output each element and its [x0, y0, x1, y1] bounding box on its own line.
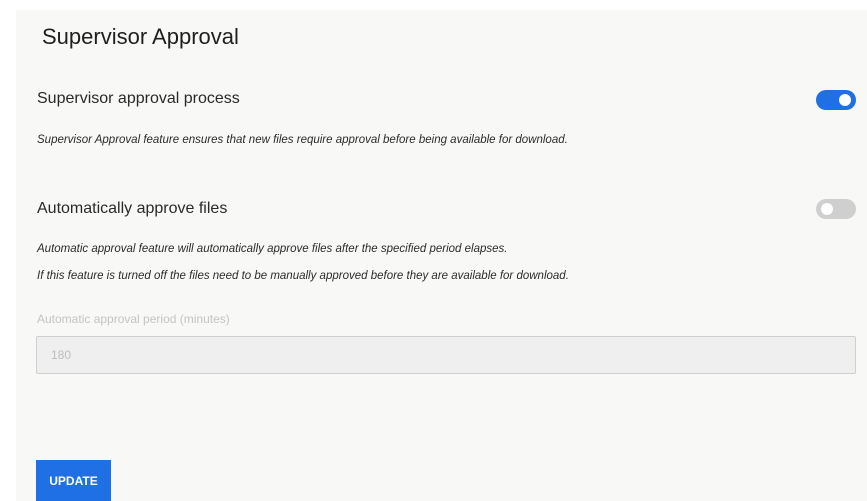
page-title: Supervisor Approval [42, 24, 239, 49]
supervisor-approval-description: Supervisor Approval feature ensures that… [37, 134, 568, 146]
supervisor-approval-label: Supervisor approval process [37, 90, 240, 107]
auto-approve-description-1: Automatic approval feature will automati… [37, 243, 508, 255]
supervisor-approval-toggle[interactable] [816, 90, 856, 110]
toggle-knob [839, 94, 851, 106]
toggle-knob [821, 203, 833, 215]
approval-period-label: Automatic approval period (minutes) [37, 312, 230, 326]
settings-panel: Supervisor Approval Supervisor approval … [16, 10, 867, 501]
auto-approve-description-2: If this feature is turned off the files … [37, 270, 569, 282]
update-button[interactable]: UPDATE [36, 460, 111, 501]
auto-approve-toggle[interactable] [816, 199, 856, 219]
auto-approve-label: Automatically approve files [37, 200, 228, 217]
approval-period-input[interactable] [36, 336, 856, 374]
